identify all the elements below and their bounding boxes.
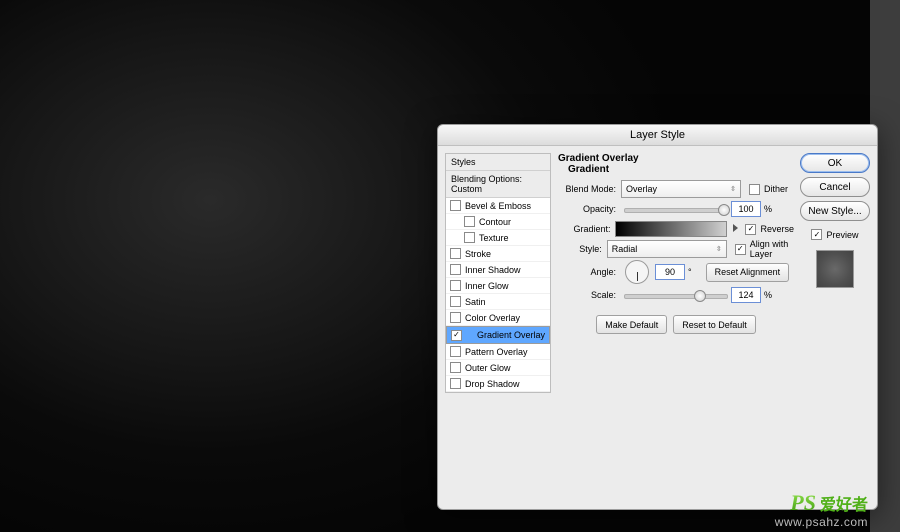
opacity-slider[interactable] <box>624 201 728 217</box>
chevron-updown-icon: ⇳ <box>716 245 722 253</box>
checkbox[interactable] <box>450 280 461 291</box>
dialog-title: Layer Style <box>438 125 877 146</box>
checkbox[interactable] <box>450 312 461 323</box>
reset-alignment-button[interactable]: Reset Alignment <box>706 263 790 282</box>
checkbox[interactable] <box>745 224 756 235</box>
scale-unit: % <box>764 290 772 300</box>
styles-listbox: Styles Blending Options: Custom Bevel & … <box>445 153 551 393</box>
angle-label: Angle: <box>558 267 621 277</box>
style-item-drop-shadow[interactable]: Drop Shadow <box>446 376 550 392</box>
reset-default-button[interactable]: Reset to Default <box>673 315 756 334</box>
style-item-color-overlay[interactable]: Color Overlay <box>446 310 550 326</box>
group-subtitle: Gradient <box>558 164 794 175</box>
style-item-contour[interactable]: Contour <box>446 214 550 230</box>
checkbox[interactable] <box>450 362 461 373</box>
slider-knob[interactable] <box>694 290 706 302</box>
align-layer-checkbox[interactable]: Align with Layer <box>735 239 794 259</box>
checkbox[interactable] <box>735 244 746 255</box>
style-label: Drop Shadow <box>465 379 520 389</box>
watermark-brand: PS <box>790 492 816 514</box>
ok-button[interactable]: OK <box>800 153 870 173</box>
checkbox[interactable] <box>450 378 461 389</box>
style-label: Texture <box>479 233 509 243</box>
style-item-gradient-overlay[interactable]: Gradient Overlay <box>446 326 550 344</box>
checkbox[interactable] <box>450 264 461 275</box>
style-label: Bevel & Emboss <box>465 201 531 211</box>
reverse-checkbox[interactable]: Reverse <box>745 224 794 235</box>
opacity-unit: % <box>764 204 772 214</box>
style-label: Contour <box>479 217 511 227</box>
style-select[interactable]: Radial⇳ <box>607 240 727 258</box>
watermark-url: www.psahz.com <box>775 516 868 528</box>
style-label: Satin <box>465 297 486 307</box>
scale-input[interactable]: 124 <box>731 287 761 303</box>
angle-dial[interactable] <box>625 260 649 284</box>
checkbox[interactable] <box>450 296 461 307</box>
opacity-label: Opacity: <box>558 204 621 214</box>
style-label: Gradient Overlay <box>477 330 545 340</box>
checkbox[interactable] <box>464 216 475 227</box>
style-item-texture[interactable]: Texture <box>446 230 550 246</box>
style-label: Pattern Overlay <box>465 347 528 357</box>
styles-panel: Styles Blending Options: Custom Bevel & … <box>445 153 551 393</box>
checkbox[interactable] <box>450 346 461 357</box>
style-label: Outer Glow <box>465 363 511 373</box>
group-title: Gradient Overlay <box>558 153 794 164</box>
style-item-inner-shadow[interactable]: Inner Shadow <box>446 262 550 278</box>
blending-options-header[interactable]: Blending Options: Custom <box>446 171 550 198</box>
checkbox[interactable] <box>450 248 461 259</box>
angle-unit: ° <box>688 267 692 277</box>
opacity-input[interactable]: 100 <box>731 201 761 217</box>
slider-knob[interactable] <box>718 204 730 216</box>
cancel-button[interactable]: Cancel <box>800 177 870 197</box>
checkbox[interactable] <box>749 184 760 195</box>
style-item-pattern-overlay[interactable]: Pattern Overlay <box>446 344 550 360</box>
layer-style-dialog: Layer Style Styles Blending Options: Cus… <box>437 124 878 510</box>
scale-slider[interactable] <box>624 287 728 303</box>
style-item-outer-glow[interactable]: Outer Glow <box>446 360 550 376</box>
make-default-button[interactable]: Make Default <box>596 315 667 334</box>
new-style-button[interactable]: New Style... <box>800 201 870 221</box>
scale-label: Scale: <box>558 290 621 300</box>
checkbox[interactable] <box>451 330 462 341</box>
style-label: Style: <box>558 244 607 254</box>
style-label: Inner Glow <box>465 281 509 291</box>
gradient-swatch[interactable] <box>615 221 727 237</box>
style-label: Color Overlay <box>465 313 520 323</box>
style-item-bevel[interactable]: Bevel & Emboss <box>446 198 550 214</box>
styles-header[interactable]: Styles <box>446 154 550 171</box>
style-item-inner-glow[interactable]: Inner Glow <box>446 278 550 294</box>
blend-mode-label: Blend Mode: <box>558 184 621 194</box>
gradient-label: Gradient: <box>558 224 615 234</box>
preview-swatch <box>816 250 854 288</box>
preview-checkbox[interactable]: Preview <box>811 229 858 240</box>
dither-checkbox[interactable]: Dither <box>749 184 788 195</box>
chevron-updown-icon: ⇳ <box>730 185 736 193</box>
checkbox[interactable] <box>811 229 822 240</box>
checkbox[interactable] <box>450 200 461 211</box>
angle-input[interactable]: 90 <box>655 264 685 280</box>
checkbox[interactable] <box>464 232 475 243</box>
watermark-cn: 爱好者 <box>820 497 868 514</box>
watermark: PS爱好者 www.psahz.com <box>775 492 868 528</box>
style-label: Stroke <box>465 249 491 259</box>
options-panel: Gradient Overlay Gradient Blend Mode: Ov… <box>558 153 794 334</box>
style-item-satin[interactable]: Satin <box>446 294 550 310</box>
style-item-stroke[interactable]: Stroke <box>446 246 550 262</box>
style-label: Inner Shadow <box>465 265 521 275</box>
blend-mode-select[interactable]: Overlay⇳ <box>621 180 741 198</box>
action-panel: OK Cancel New Style... Preview <box>800 153 870 288</box>
